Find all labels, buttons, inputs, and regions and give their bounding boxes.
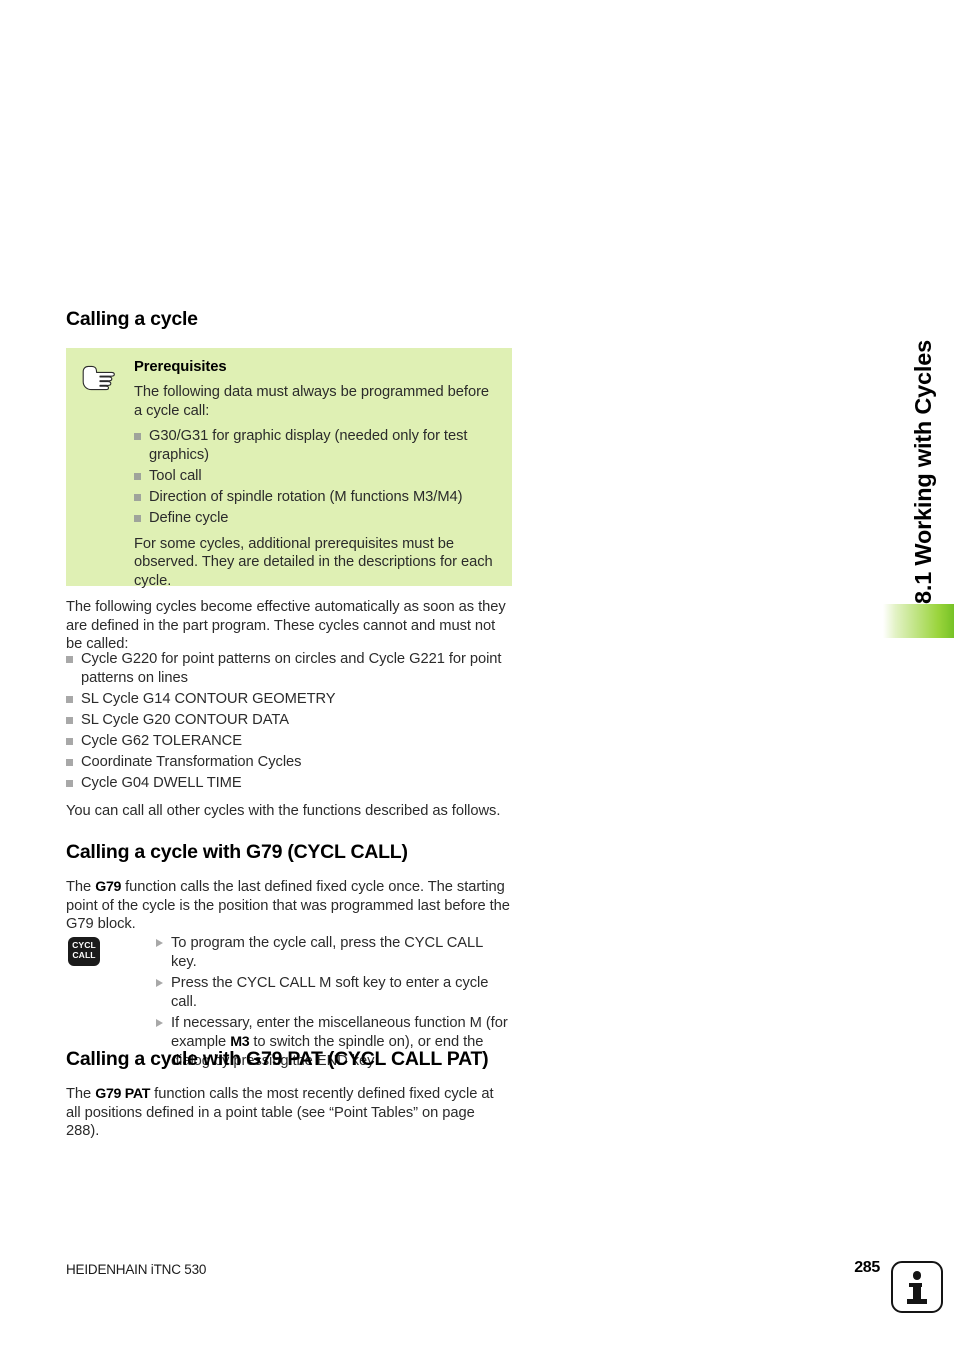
paragraph-text-post: function calls the last defined fixed cy… xyxy=(66,879,510,933)
list-item-label: Coordinate Transformation Cycles xyxy=(81,753,302,770)
list-item: Tool call xyxy=(134,467,499,486)
info-icon-dot xyxy=(912,1271,922,1280)
triangle-right-icon xyxy=(156,1019,163,1028)
list-item-label: G30/G31 for graphic display (needed only… xyxy=(149,428,468,463)
info-icon-foot xyxy=(907,1299,927,1304)
bullet-square-icon xyxy=(66,758,73,766)
prerequisites-note-box: Prerequisites The following data must al… xyxy=(66,348,512,589)
heading-cycl-call: Calling a cycle with G79 (CYCL CALL) xyxy=(66,841,408,863)
inline-code-g79-pat: G79 PAT xyxy=(95,1086,151,1102)
bullet-square-icon xyxy=(134,493,141,501)
step-label: To program the cycle call, press the CYC… xyxy=(171,935,483,970)
info-icon xyxy=(891,1261,943,1313)
step-label: Press the CYCL CALL M soft key to enter … xyxy=(171,975,489,1010)
list-item-label: Cycle G220 for point patterns on circles… xyxy=(81,651,502,686)
bullet-square-icon xyxy=(134,515,141,523)
closing-paragraph: You can call all other cycles with the f… xyxy=(66,803,501,819)
bullet-square-icon xyxy=(66,716,73,724)
paragraph-text-pre: The xyxy=(66,879,96,895)
cycl-call-key[interactable]: CYCL CALL xyxy=(68,937,100,966)
inline-code-g79: G79 xyxy=(95,879,122,895)
list-item: G30/G31 for graphic display (needed only… xyxy=(134,427,499,464)
note-intro-text: The following data must always be progra… xyxy=(134,384,490,419)
list-item-label: Tool call xyxy=(149,467,202,484)
page-number: 285 xyxy=(854,1259,880,1276)
note-title: Prerequisites xyxy=(134,359,227,375)
key-label-line2: CALL xyxy=(72,949,96,960)
list-item: Cycle G220 for point patterns on circles… xyxy=(66,650,512,687)
bullet-square-icon xyxy=(134,472,141,480)
bullet-square-icon xyxy=(66,656,73,663)
bullet-square-icon xyxy=(134,433,141,441)
triangle-right-icon xyxy=(156,939,163,947)
list-item-label: Direction of spindle rotation (M functio… xyxy=(149,488,463,505)
pointing-hand-icon xyxy=(80,362,120,392)
footer-product-name: HEIDENHAIN iTNC 530 xyxy=(66,1262,207,1277)
prerequisites-note-body: Prerequisites The following data must al… xyxy=(134,359,499,590)
list-item-label: Cycle G04 DWELL TIME xyxy=(81,775,242,792)
step-item: To program the cycle call, press the CYC… xyxy=(156,934,512,971)
intro-paragraph: The following cycles become effective au… xyxy=(66,599,506,653)
cycl-call-pat-paragraph: The G79 PAT function calls the most rece… xyxy=(66,1085,512,1141)
cycl-call-paragraph: The G79 function calls the last defined … xyxy=(66,878,512,934)
list-item-label: Define cycle xyxy=(149,510,229,527)
step-item: Press the CYCL CALL M soft key to enter … xyxy=(156,974,512,1011)
list-item-label: SL Cycle G14 CONTOUR GEOMETRY xyxy=(81,690,336,707)
list-item: SL Cycle G14 CONTOUR GEOMETRY xyxy=(66,690,512,709)
note-outro-text: For some cycles, additional prerequisite… xyxy=(134,535,493,589)
prerequisites-list: G30/G31 for graphic display (needed only… xyxy=(134,427,499,527)
triangle-right-icon xyxy=(156,979,163,988)
list-item: Coordinate Transformation Cycles xyxy=(66,753,512,772)
heading-cycl-call-pat: Calling a cycle with G79 PAT (CYCL CALL … xyxy=(66,1048,489,1070)
bullet-square-icon xyxy=(66,737,73,745)
chapter-tab-marker xyxy=(883,604,954,638)
automatic-cycles-list: Cycle G220 for point patterns on circles… xyxy=(66,650,512,795)
paragraph-text-pre: The xyxy=(66,1086,96,1102)
list-item: SL Cycle G20 CONTOUR DATA xyxy=(66,711,512,730)
list-item-label: Cycle G62 TOLERANCE xyxy=(81,732,242,749)
heading-calling-a-cycle: Calling a cycle xyxy=(66,308,198,330)
chapter-title: 8.1 Working with Cycles xyxy=(910,340,936,604)
bullet-square-icon xyxy=(66,695,73,703)
list-item: Cycle G04 DWELL TIME xyxy=(66,774,512,793)
list-item: Direction of spindle rotation (M functio… xyxy=(134,488,499,507)
list-item: Cycle G62 TOLERANCE xyxy=(66,732,512,751)
bullet-square-icon xyxy=(66,780,73,788)
list-item-label: SL Cycle G20 CONTOUR DATA xyxy=(81,711,289,728)
list-item: Define cycle xyxy=(134,509,499,528)
